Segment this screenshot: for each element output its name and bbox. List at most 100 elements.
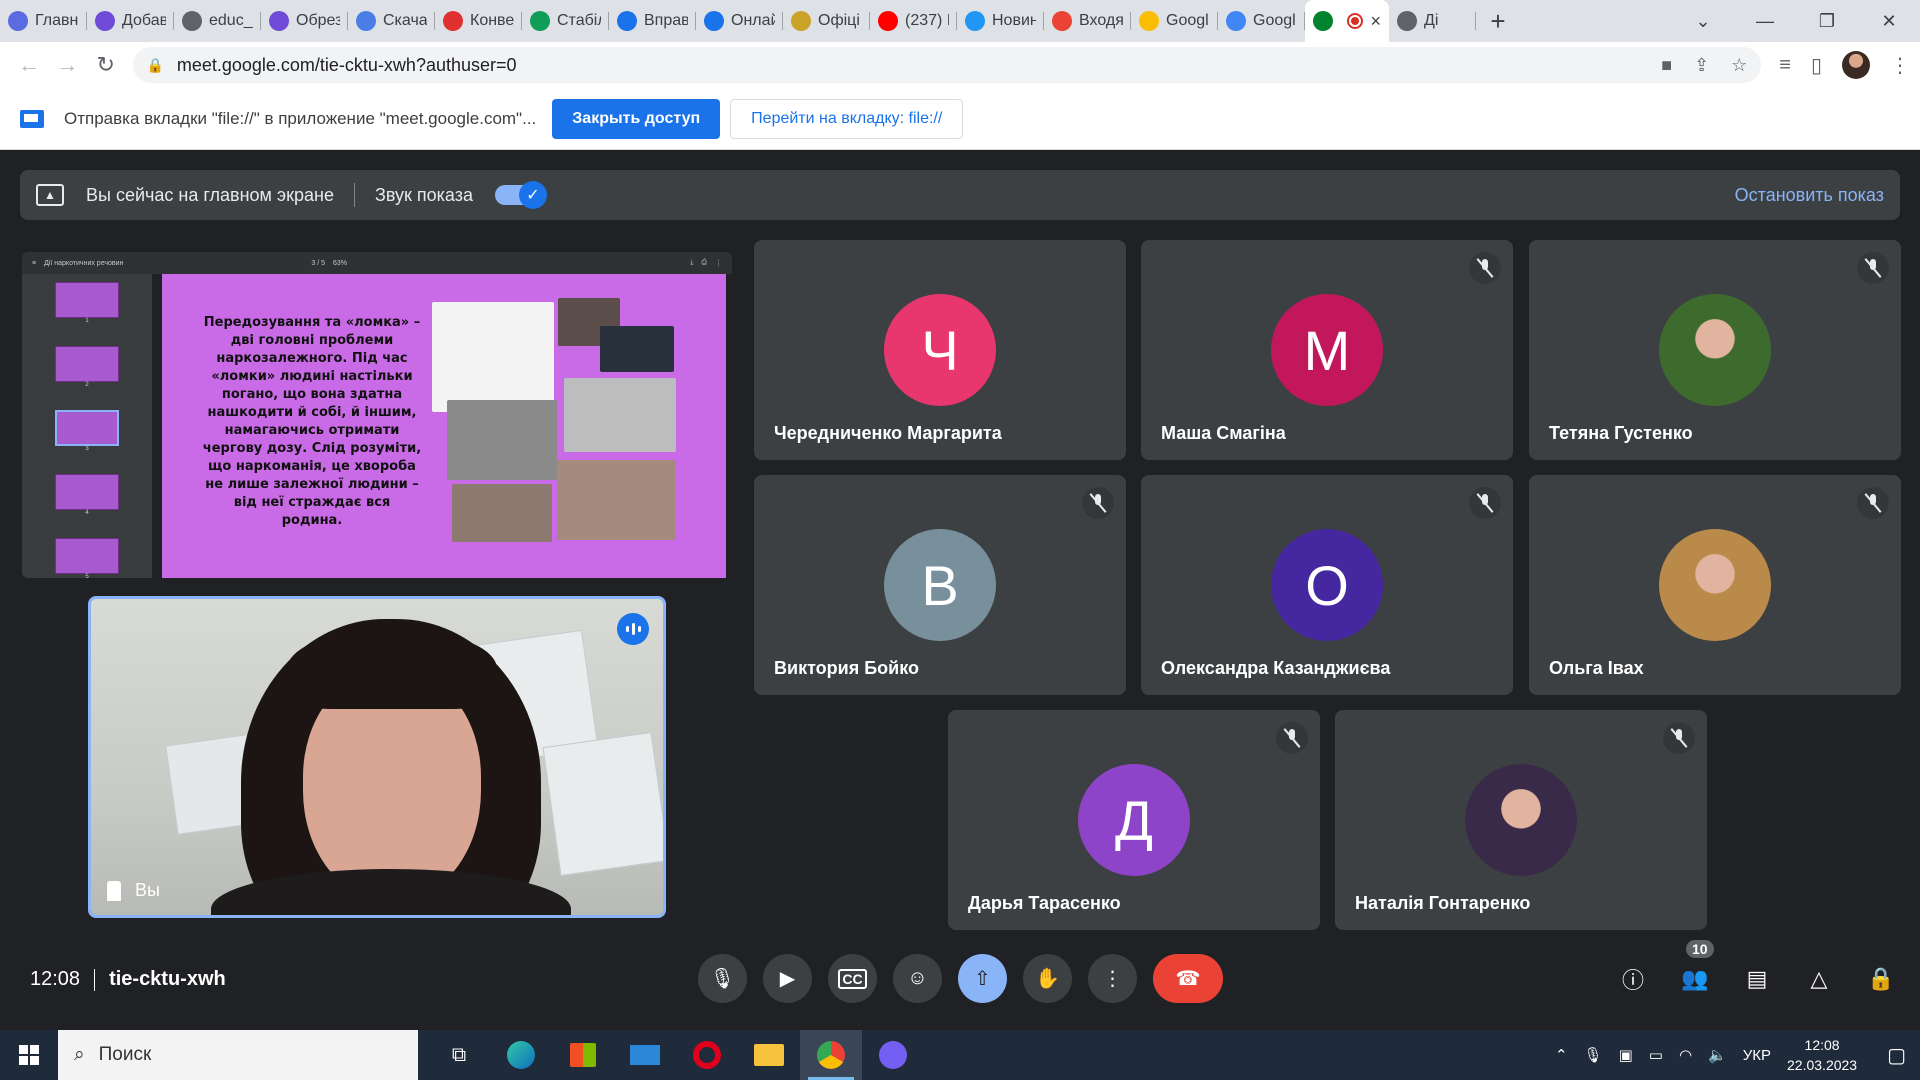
microphone-button[interactable]: 🎙	[698, 954, 747, 1003]
mail-icon	[630, 1045, 660, 1065]
new-tab-button[interactable]: +	[1476, 0, 1520, 42]
present-button[interactable]: ⇧	[958, 954, 1007, 1003]
activities-button[interactable]: △	[1802, 962, 1836, 996]
browser-tab[interactable]: Ді	[1389, 0, 1476, 42]
close-tab-icon[interactable]: ×	[1370, 11, 1381, 32]
people-button[interactable]: 10 👥	[1678, 940, 1714, 996]
chrome-app[interactable]	[800, 1030, 862, 1080]
tab-search-icon[interactable]: ⌄	[1672, 0, 1734, 42]
address-bar[interactable]: 🔒 meet.google.com/tie-cktu-xwh?authuser=…	[132, 47, 1762, 83]
bookmark-star-icon[interactable]: ☆	[1731, 55, 1747, 76]
more-options-button[interactable]: ⋮	[1088, 954, 1137, 1003]
wifi-icon[interactable]: ◠	[1679, 1046, 1692, 1064]
profile-avatar[interactable]	[1841, 51, 1870, 79]
side-panel-icon[interactable]: ▯	[1811, 53, 1822, 78]
task-view-button[interactable]: ⧉	[428, 1030, 490, 1080]
menu-kebab-icon[interactable]: ⋮	[1890, 53, 1910, 78]
system-clock[interactable]: 12:08 22.03.2023	[1787, 1035, 1857, 1075]
browser-tab[interactable]: Googl	[1218, 0, 1305, 42]
edge-app[interactable]	[490, 1030, 552, 1080]
thumbnail-image	[55, 410, 119, 446]
meet-tray-icon[interactable]: ▣	[1619, 1046, 1633, 1064]
chat-button[interactable]: ▤	[1740, 962, 1774, 996]
browser-tab[interactable]: Скача	[348, 0, 435, 42]
thumbnail-number: 3	[85, 446, 89, 452]
self-video-tile[interactable]: Вы	[88, 596, 666, 918]
menu-icon[interactable]: ≡	[32, 260, 36, 267]
pin-icon[interactable]	[107, 880, 121, 901]
browser-tab[interactable]: Конве	[435, 0, 522, 42]
browser-tab[interactable]: Главн	[0, 0, 87, 42]
participant-tile[interactable]: В Виктория Бойко	[754, 475, 1126, 695]
notifications-icon[interactable]: ▢	[1887, 1043, 1906, 1068]
stop-sharing-button[interactable]: Закрыть доступ	[552, 98, 721, 139]
opera-app[interactable]	[676, 1030, 738, 1080]
language-indicator[interactable]: УКР	[1743, 1047, 1771, 1064]
file-explorer-app[interactable]	[738, 1030, 800, 1080]
switch-to-tab-button[interactable]: Перейти на вкладку: file://	[730, 98, 964, 139]
forward-button[interactable]: →	[48, 45, 86, 85]
browser-tab[interactable]: Офіці	[783, 0, 870, 42]
participant-tile[interactable]: Ольга Івах	[1529, 475, 1901, 695]
browser-tab[interactable]: Онлай	[696, 0, 783, 42]
host-controls-button[interactable]: 🔒	[1864, 962, 1898, 996]
reload-button[interactable]: ↻	[87, 45, 125, 85]
info-icon: ⓘ	[1621, 968, 1644, 993]
back-button[interactable]: ←	[10, 45, 48, 85]
show-hidden-icons[interactable]: ⌃	[1555, 1046, 1568, 1064]
participant-tile[interactable]: О Олександра Казанджиєва	[1141, 475, 1513, 695]
camera-button[interactable]: ▶	[763, 954, 812, 1003]
tab-label: Googl	[1166, 12, 1209, 29]
participant-tile[interactable]: М Маша Смагіна	[1141, 240, 1513, 460]
tab-label: Офіці	[818, 12, 860, 29]
volume-icon[interactable]: 🔈	[1708, 1046, 1727, 1064]
start-button[interactable]	[0, 1030, 58, 1080]
viber-app[interactable]	[862, 1030, 924, 1080]
mail-app[interactable]	[614, 1030, 676, 1080]
minimize-button[interactable]: —	[1734, 0, 1796, 42]
browser-tab[interactable]: ×	[1305, 0, 1389, 42]
mic-off-icon	[1276, 722, 1308, 754]
microphone-icon: 🎙	[709, 968, 736, 990]
participant-tile[interactable]: Наталія Гонтаренко	[1335, 710, 1707, 930]
slide-thumbnail[interactable]: 1	[55, 282, 119, 324]
share-audio-toggle[interactable]	[494, 181, 547, 209]
browser-tab[interactable]: Вправ	[609, 0, 696, 42]
participant-tile[interactable]: Д Дарья Тарасенко	[948, 710, 1320, 930]
browser-tab[interactable]: educ_	[174, 0, 261, 42]
browser-tab[interactable]: Входя	[1044, 0, 1131, 42]
slide-thumbnail[interactable]: 4	[55, 474, 119, 516]
captions-button[interactable]: CC	[828, 954, 877, 1003]
store-app[interactable]	[552, 1030, 614, 1080]
taskbar-search[interactable]: ⌕ Поиск	[58, 1030, 418, 1080]
print-icon[interactable]: ⎙	[701, 259, 707, 267]
participant-tile[interactable]: Ч Чередниченко Маргарита	[754, 240, 1126, 460]
more-icon[interactable]: ⋮	[715, 259, 722, 267]
download-icon[interactable]: ⤓	[690, 259, 693, 267]
browser-tab[interactable]: Новин	[957, 0, 1044, 42]
leave-call-button[interactable]: ☎	[1153, 954, 1223, 1003]
camera-icon[interactable]: ■	[1661, 55, 1672, 76]
stop-presenting-button[interactable]: Остановить показ	[1735, 185, 1884, 206]
mic-off-icon	[1469, 487, 1501, 519]
raise-hand-button[interactable]: ✋	[1023, 954, 1072, 1003]
close-window-button[interactable]: ✕	[1858, 0, 1920, 42]
media-control-icon[interactable]: ≡	[1779, 54, 1791, 77]
share-icon[interactable]: ⇪	[1694, 55, 1709, 76]
url-text: meet.google.com/tie-cktu-xwh?authuser=0	[176, 54, 517, 75]
browser-tab[interactable]: Добав	[87, 0, 174, 42]
slide-thumbnail[interactable]: 3	[55, 410, 119, 452]
reactions-button[interactable]: ☺	[893, 954, 942, 1003]
microphone-tray-icon[interactable]: 🎙	[1584, 1046, 1603, 1064]
browser-tab[interactable]: (237) I	[870, 0, 957, 42]
battery-icon[interactable]: ▭	[1649, 1046, 1663, 1064]
thumbnail-image	[55, 346, 119, 382]
meeting-details-button[interactable]: ⓘ	[1616, 962, 1650, 996]
browser-tab[interactable]: Стабіл	[522, 0, 609, 42]
slide-thumbnail[interactable]: 2	[55, 346, 119, 388]
browser-tab[interactable]: Googl	[1131, 0, 1218, 42]
slide-thumbnail[interactable]: 5	[55, 538, 119, 578]
browser-tab[interactable]: Обрез	[261, 0, 348, 42]
maximize-button[interactable]: ❐	[1796, 0, 1858, 42]
participant-tile[interactable]: Тетяна Густенко	[1529, 240, 1901, 460]
